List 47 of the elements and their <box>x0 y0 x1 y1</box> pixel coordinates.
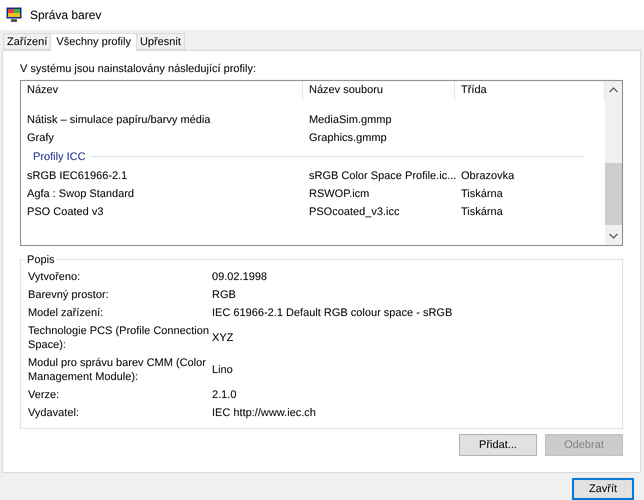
table-cell-text: Obrazovka <box>460 170 514 182</box>
group-title: Popis <box>26 254 56 266</box>
close-button[interactable]: Zavřít <box>572 478 634 500</box>
field-label: Modul pro správu barev CMM (Color Management Module): <box>28 356 207 385</box>
profile-row[interactable]: Agfa : Swop Standard RSWOP.icm Tiskárna <box>21 184 605 203</box>
column-header[interactable]: Název <box>21 80 303 101</box>
action-button[interactable]: Přidat... <box>459 434 537 456</box>
field-value: XYZ <box>212 332 234 344</box>
field-label: Model zařízení: <box>28 306 104 321</box>
field-value: Lino <box>212 364 234 376</box>
window-title: Správa barev <box>30 8 102 22</box>
tab[interactable]: Upřesnit <box>136 32 185 50</box>
scrollbar[interactable] <box>605 80 622 245</box>
table-cell-text: Tiskárna <box>460 188 503 200</box>
list-caption: V systému jsou nainstalovány následující profily: <box>20 62 258 75</box>
profile-row[interactable]: sRGB IEC61966-2.1 sRGB Color Space Profile.ic... Obrazovka <box>21 166 605 185</box>
field-value: RGB <box>212 288 237 301</box>
field-value: IEC http://www.iec.ch <box>212 406 317 419</box>
profile-row[interactable]: Grafy Graphics.gmmp <box>21 128 605 147</box>
profile-row[interactable]: PSO Coated v3 PSOcoated_v3.icc Tiskárna <box>21 202 605 221</box>
table-cell-text: Agfa : Swop Standard <box>26 188 134 200</box>
profile-row[interactable]: Nátisk – simulace papíru/barvy média MediaSim.gmmp <box>21 110 605 129</box>
field-value: 09.02.1998 <box>212 270 268 283</box>
monitor-icon <box>6 7 22 22</box>
table-cell-text: Graphics.gmmp <box>308 132 387 144</box>
table-cell-text: sRGB IEC61966-2.1 <box>26 170 128 182</box>
field-label: Technologie PCS (Profile Connection Space): <box>28 324 210 353</box>
field-value: 2.1.0 <box>212 388 238 401</box>
table-cell-text: MediaSim.gmmp <box>308 114 392 126</box>
scroll-down-icon[interactable] <box>609 232 618 239</box>
group-header: Profily ICC <box>33 150 86 163</box>
table-cell-text: Tiskárna <box>460 206 503 218</box>
field-label: Vytvořeno: <box>28 270 82 285</box>
table-cell-text: Nátisk – simulace papíru/barvy média <box>26 114 210 126</box>
field-value: IEC 61966-2.1 Default RGB colour space - sRGB <box>212 306 454 319</box>
table-cell-text: RSWOP.icm <box>308 188 370 200</box>
table-cell-text: PSOcoated_v3.icc <box>308 206 400 218</box>
scroll-up-icon[interactable] <box>609 86 618 93</box>
table-cell-text: Grafy <box>26 132 54 144</box>
field-label: Barevný prostor: <box>28 288 110 303</box>
field-label: Vydavatel: <box>28 406 80 421</box>
column-header[interactable]: Název souboru <box>303 80 455 101</box>
field-label: Verze: <box>28 388 60 403</box>
table-cell-text: PSO Coated v3 <box>26 206 104 218</box>
table-cell-text: sRGB Color Space Profile.ic... <box>308 170 456 182</box>
tab[interactable]: Zařízení <box>3 32 52 50</box>
tab[interactable]: Všechny profily <box>50 32 137 51</box>
